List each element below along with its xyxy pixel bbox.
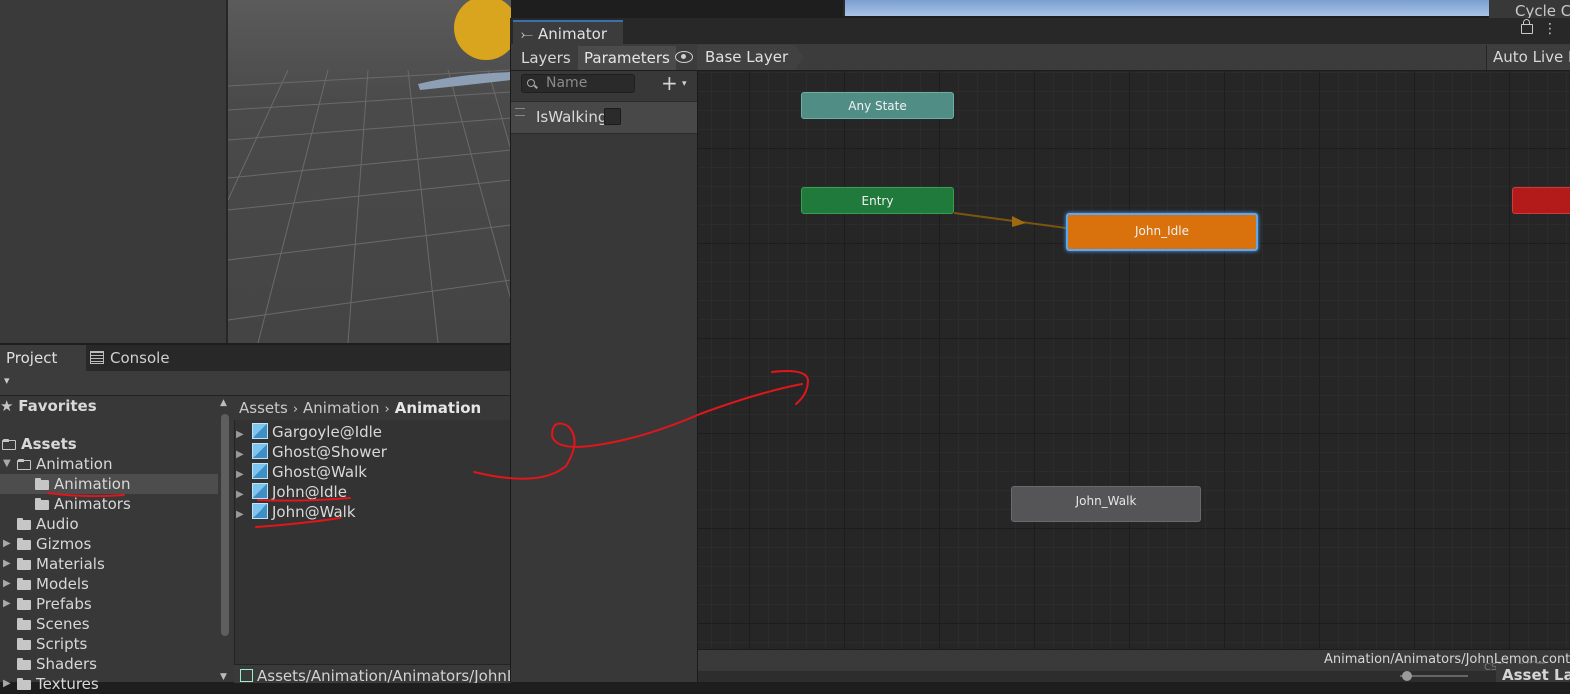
asset-labels-header: Asset Labels [1496, 664, 1570, 682]
state-john-idle[interactable]: John_Idle [1066, 213, 1258, 251]
entry-transition-line [953, 212, 1067, 229]
state-entry[interactable]: Entry [801, 187, 954, 214]
state-any-state[interactable]: Any State [801, 92, 954, 119]
state-exit[interactable] [1512, 187, 1570, 214]
transition-layer [953, 212, 1067, 229]
zoom-slider-knob[interactable] [1402, 671, 1412, 681]
state-john-walk[interactable]: John_Walk [1011, 486, 1201, 522]
